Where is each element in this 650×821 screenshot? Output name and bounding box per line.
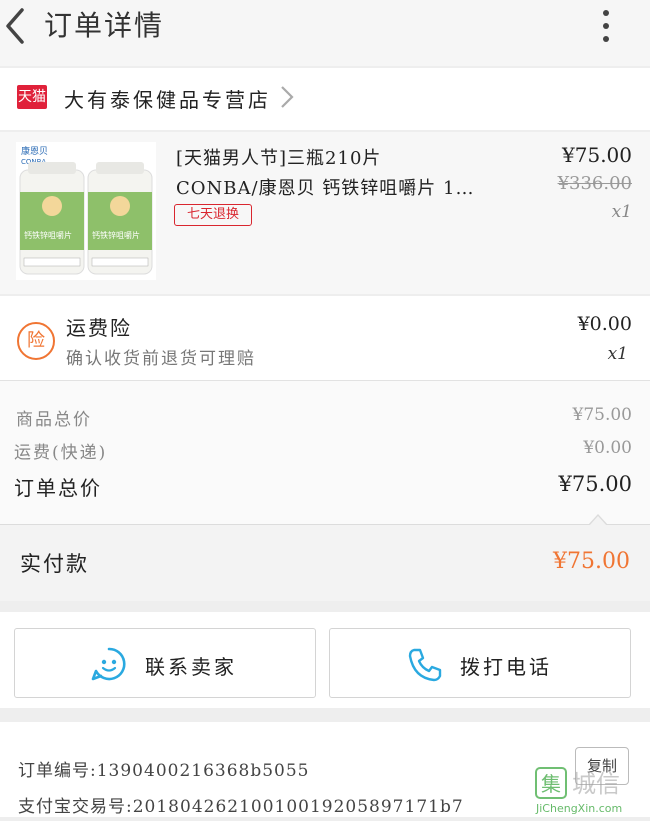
product-title[interactable]: [天猫男人节]三瓶210片 CONBA/康恩贝 钙铁锌咀嚼片 1… xyxy=(176,144,516,204)
insurance-icon: 险 xyxy=(17,322,55,360)
tmall-logo: 天猫 xyxy=(17,85,47,109)
phone-icon xyxy=(408,648,442,682)
return-policy-badge: 七天退换 xyxy=(174,204,252,226)
contact-seller-label: 联系卖家 xyxy=(145,655,237,679)
watermark-char: 集 xyxy=(541,772,561,796)
product-original-price: ¥336.00 xyxy=(557,173,632,194)
chevron-left-icon xyxy=(6,8,24,44)
image-label-1: 钙铁锌咀嚼片 xyxy=(24,230,72,240)
watermark-site: JiChengXin.com xyxy=(535,802,622,815)
call-seller-button[interactable]: 拨打电话 xyxy=(329,628,631,698)
insurance-price: ¥0.00 xyxy=(577,313,632,335)
store-name[interactable]: 大有泰保健品专营店 xyxy=(64,84,271,113)
product-title-line2: CONBA/康恩贝 钙铁锌咀嚼片 1… xyxy=(176,178,475,199)
more-button[interactable] xyxy=(596,8,616,44)
shipping-fee-label: 运费(快递) xyxy=(14,443,108,463)
order-number-label: 订单编号: xyxy=(18,761,97,781)
back-button[interactable] xyxy=(2,6,32,46)
goods-total-value: ¥75.00 xyxy=(572,405,632,425)
order-number-row: 订单编号:1390400216368b5055 xyxy=(18,756,310,781)
image-brand-text: 康恩贝 xyxy=(21,145,48,157)
product-price: ¥75.00 xyxy=(562,143,632,167)
actual-payment-label: 实付款 xyxy=(20,552,89,576)
call-seller-label: 拨打电话 xyxy=(460,655,552,679)
alipay-number-row: 支付宝交易号:20180426210010019205897171b7 xyxy=(18,792,464,817)
alipay-number-value: 20180426210010019205897171b7 xyxy=(132,797,464,817)
product-title-line1: [天猫男人节]三瓶210片 xyxy=(176,148,382,169)
product-image[interactable]: 康恩贝 CONBA 钙铁锌咀嚼片 钙铁锌咀嚼片 xyxy=(16,142,156,280)
contact-seller-button[interactable]: 联系卖家 xyxy=(14,628,316,698)
insurance-quantity: x1 xyxy=(607,344,628,364)
shipping-fee-value: ¥0.00 xyxy=(583,438,632,458)
actual-payment-value: ¥75.00 xyxy=(553,549,630,574)
watermark-brand: 城信 xyxy=(572,770,620,798)
chevron-right-icon[interactable] xyxy=(278,84,296,110)
watermark-logo: 集 城信 JiChengXin.com xyxy=(532,764,648,817)
order-total-label: 订单总价 xyxy=(14,476,102,500)
goods-total-label: 商品总价 xyxy=(16,410,92,430)
chat-bubble-icon xyxy=(91,647,126,681)
order-total-value: ¥75.00 xyxy=(558,472,632,496)
product-quantity: x1 xyxy=(611,202,632,222)
insurance-subtitle: 确认收货前退货可理赔 xyxy=(66,349,256,369)
image-label-2: 钙铁锌咀嚼片 xyxy=(92,230,140,240)
order-number-value: 1390400216368b5055 xyxy=(96,761,310,781)
alipay-number-label: 支付宝交易号: xyxy=(18,797,133,817)
page-title: 订单详情 xyxy=(44,9,165,42)
insurance-title: 运费险 xyxy=(66,316,132,340)
